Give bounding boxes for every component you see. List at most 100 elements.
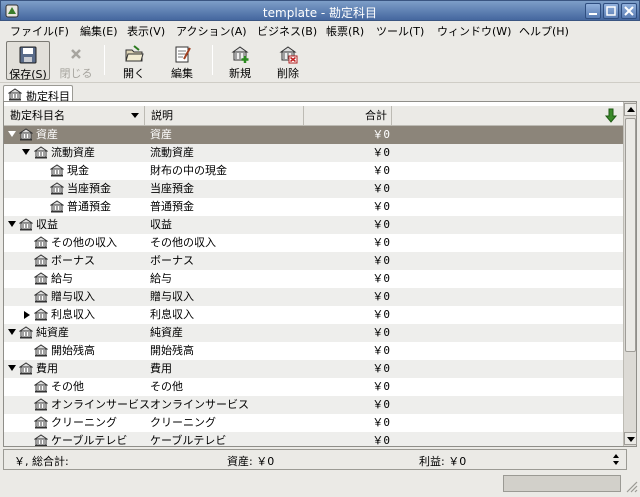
table-row[interactable]: 現金 財布の中の現金 ￥0 <box>4 162 623 180</box>
open-folder-icon <box>125 45 144 62</box>
minimize-icon <box>589 13 597 15</box>
close-x-icon <box>71 49 81 59</box>
account-description: 収益 <box>150 218 172 231</box>
scroll-down-button[interactable] <box>624 432 637 445</box>
bank-icon <box>34 146 48 159</box>
vertical-scrollbar[interactable] <box>623 102 637 446</box>
account-description: オンラインサービス <box>150 398 249 411</box>
progress-bar <box>503 475 621 492</box>
summary-expand-icon[interactable] <box>608 452 624 467</box>
table-row[interactable]: 普通預金 普通預金 ￥0 <box>4 198 623 216</box>
delete-account-button[interactable]: 削除 <box>268 41 308 80</box>
table-row[interactable]: 開始残高 開始残高 ￥0 <box>4 342 623 360</box>
new-account-button[interactable]: 新規 <box>220 41 260 80</box>
expander-open-icon[interactable] <box>22 149 30 155</box>
menu-business[interactable]: ビジネス(B) <box>257 23 317 39</box>
menu-view[interactable]: 表示(V) <box>127 23 165 39</box>
account-tree-panel: 勘定科目名 説明 合計 資産 資産 ￥0 流動資産 流動資産 ￥0 現金 財布の… <box>3 101 637 447</box>
sort-arrow-icon <box>131 113 139 118</box>
close-label: 閉じる <box>59 67 93 80</box>
table-row[interactable]: 当座預金 当座預金 ￥0 <box>4 180 623 198</box>
expander-open-icon[interactable] <box>8 329 16 335</box>
open-label: 開く <box>123 67 145 80</box>
resize-grip-icon[interactable] <box>624 479 638 493</box>
menu-file[interactable]: ファイル(F) <box>10 23 69 39</box>
account-name: 現金 <box>67 164 89 177</box>
account-total: ￥0 <box>372 218 390 231</box>
bank-icon <box>34 380 48 393</box>
table-row[interactable]: ボーナス ボーナス ￥0 <box>4 252 623 270</box>
table-row[interactable]: 純資産 純資産 ￥0 <box>4 324 623 342</box>
account-total: ￥0 <box>372 182 390 195</box>
table-row[interactable]: ケーブルテレビ ケーブルテレビ ￥0 <box>4 432 623 446</box>
account-name: 資産 <box>36 128 58 141</box>
menu-reports[interactable]: 帳票(R) <box>326 23 364 39</box>
column-header-description[interactable]: 説明 <box>145 106 304 126</box>
tab-accounts[interactable]: 勘定科目 <box>3 85 73 103</box>
bank-icon <box>50 200 64 213</box>
expander-open-icon[interactable] <box>8 365 16 371</box>
bank-icon <box>34 344 48 357</box>
bank-icon <box>50 164 64 177</box>
table-row[interactable]: 利息収入 利息収入 ￥0 <box>4 306 623 324</box>
table-row[interactable]: 給与 給与 ￥0 <box>4 270 623 288</box>
delete-label: 削除 <box>277 67 299 80</box>
table-row[interactable]: その他の収入 その他の収入 ￥0 <box>4 234 623 252</box>
menu-tools[interactable]: ツール(T) <box>376 23 424 39</box>
menu-window[interactable]: ウィンドウ(W) <box>437 23 511 39</box>
floppy-disk-icon <box>19 46 37 64</box>
minimize-button[interactable] <box>585 3 601 19</box>
save-button[interactable]: 保存(S) <box>6 41 50 81</box>
window-title: template - 勘定科目 <box>262 6 378 20</box>
close-window-button[interactable] <box>621 3 637 19</box>
arrow-up-icon <box>627 107 635 112</box>
close-button[interactable]: 閉じる <box>56 41 96 80</box>
edit-document-icon <box>175 46 191 63</box>
statusbar <box>0 473 640 497</box>
expander-closed-icon[interactable] <box>24 311 30 319</box>
maximize-button[interactable] <box>603 3 619 19</box>
account-name: 給与 <box>51 272 73 285</box>
account-total: ￥0 <box>372 290 390 303</box>
table-row[interactable]: 流動資産 流動資産 ￥0 <box>4 144 623 162</box>
scrollbar-thumb[interactable] <box>625 118 636 352</box>
summary-currency-total: ￥, 総合計: <box>14 455 69 468</box>
column-options-arrow-icon[interactable] <box>604 108 618 123</box>
menu-action[interactable]: アクション(A) <box>176 23 247 39</box>
account-description: その他の収入 <box>150 236 216 249</box>
table-row[interactable]: 費用 費用 ￥0 <box>4 360 623 378</box>
account-name: ケーブルテレビ <box>51 434 128 446</box>
table-row[interactable]: 贈与収入 贈与収入 ￥0 <box>4 288 623 306</box>
account-total: ￥0 <box>372 164 390 177</box>
account-description: 資産 <box>150 128 172 141</box>
toolbar: 保存(S) 閉じる 開く 編集 新規 削除 <box>0 39 640 83</box>
column-header-total[interactable]: 合計 <box>304 106 392 126</box>
edit-button[interactable]: 編集 <box>162 41 202 80</box>
expander-open-icon[interactable] <box>8 221 16 227</box>
account-name: 収益 <box>36 218 58 231</box>
account-description: 普通預金 <box>150 200 194 213</box>
table-row[interactable]: 収益 収益 ￥0 <box>4 216 623 234</box>
account-total: ￥0 <box>372 380 390 393</box>
scroll-up-button[interactable] <box>624 103 637 116</box>
account-name: 開始残高 <box>51 344 95 357</box>
table-row[interactable]: 資産 資産 ￥0 <box>4 126 623 144</box>
account-name: クリーニング <box>51 416 117 429</box>
account-tree: 資産 資産 ￥0 流動資産 流動資産 ￥0 現金 財布の中の現金 ￥0 当座預金… <box>4 126 623 446</box>
bank-icon <box>34 236 48 249</box>
open-button[interactable]: 開く <box>114 41 154 80</box>
table-row[interactable]: その他 その他 ￥0 <box>4 378 623 396</box>
menu-edit[interactable]: 編集(E) <box>80 23 118 39</box>
bank-icon <box>8 88 22 101</box>
account-description: 費用 <box>150 362 172 375</box>
column-header-account-name[interactable]: 勘定科目名 <box>4 106 145 126</box>
window-titlebar: template - 勘定科目 <box>0 0 640 21</box>
account-name: ボーナス <box>51 254 95 267</box>
account-name: オンラインサービス <box>51 398 150 411</box>
expander-open-icon[interactable] <box>8 131 16 137</box>
menubar: ファイル(F) 編集(E) 表示(V) アクション(A) ビジネス(B) 帳票(… <box>0 21 640 39</box>
table-row[interactable]: クリーニング クリーニング ￥0 <box>4 414 623 432</box>
maximize-icon <box>606 6 616 16</box>
table-row[interactable]: オンラインサービス オンラインサービス ￥0 <box>4 396 623 414</box>
menu-help[interactable]: ヘルプ(H) <box>519 23 569 39</box>
